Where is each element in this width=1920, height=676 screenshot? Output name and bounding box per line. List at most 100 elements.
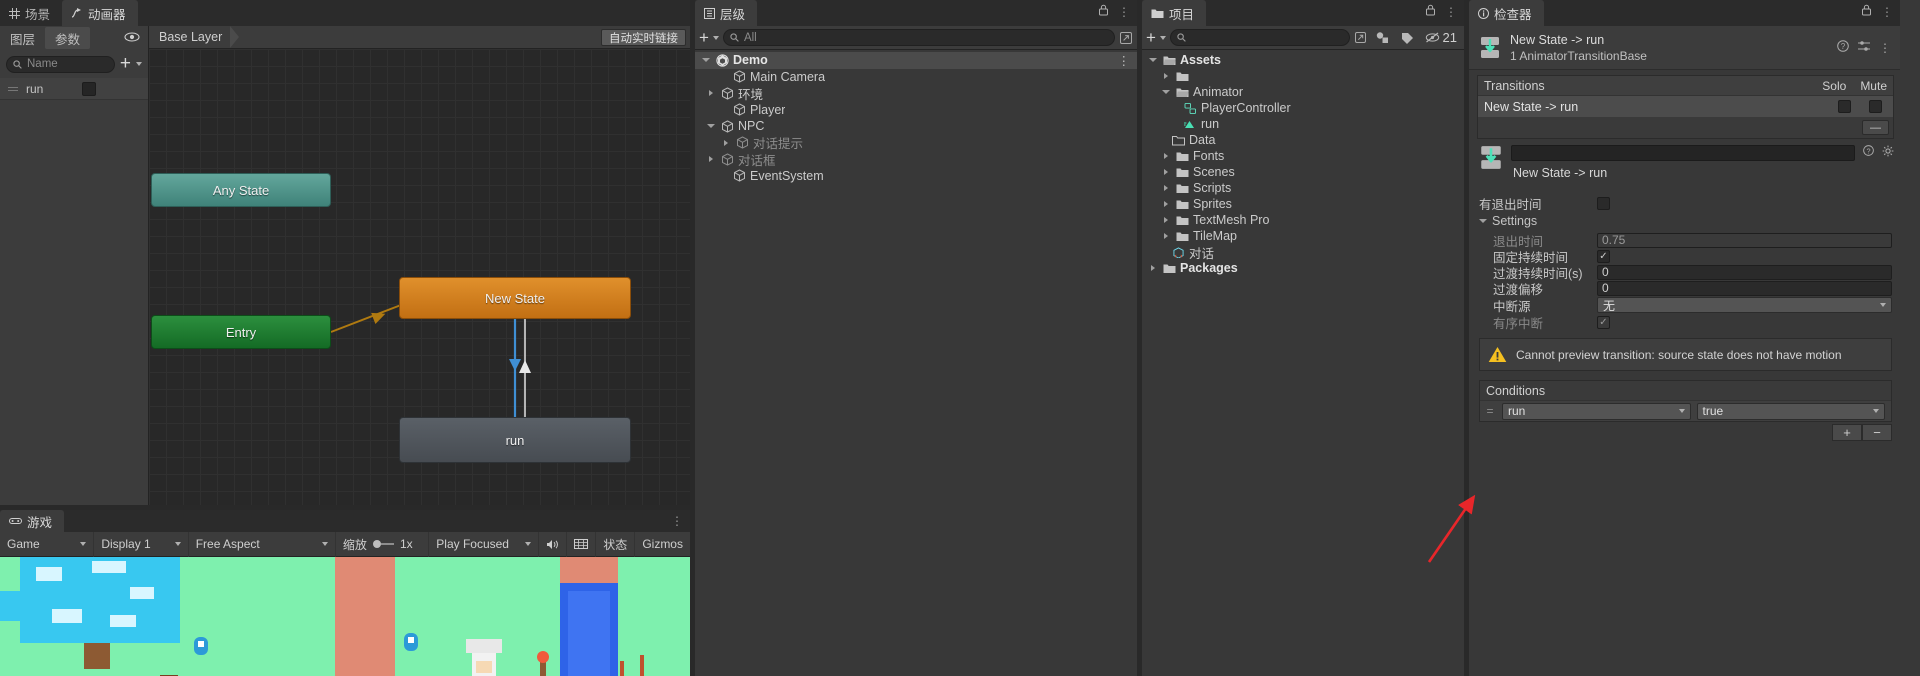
chevron-right-icon[interactable]: [1164, 233, 1168, 239]
chevron-down-icon[interactable]: [1149, 58, 1157, 62]
has-exit-time-checkbox[interactable]: [1597, 196, 1610, 210]
condition-value-dropdown[interactable]: true: [1696, 402, 1885, 420]
drag-handle-icon[interactable]: =: [1484, 404, 1496, 418]
project-row-sprites[interactable]: Sprites: [1142, 196, 1464, 212]
lock-icon[interactable]: [1861, 4, 1872, 19]
parameter-search-input[interactable]: Name: [6, 55, 115, 73]
hierarchy-row-main-camera[interactable]: Main Camera: [695, 69, 1137, 86]
kebab-icon[interactable]: ⋮: [1445, 5, 1458, 19]
project-row-run-clip[interactable]: run: [1142, 116, 1464, 132]
tab-scene[interactable]: 场景: [0, 0, 63, 26]
exit-time-input[interactable]: 0.75: [1597, 232, 1892, 248]
graph-node-any-state[interactable]: Any State: [151, 173, 331, 207]
chevron-down-icon[interactable]: [702, 58, 710, 63]
chevron-down-icon[interactable]: [1159, 35, 1166, 40]
chevron-right-icon[interactable]: [1164, 185, 1168, 191]
project-row-scenes[interactable]: Scenes: [1142, 164, 1464, 180]
kebab-icon[interactable]: ⋮: [1118, 53, 1132, 68]
add-parameter-button[interactable]: +: [120, 54, 131, 73]
chevron-right-icon[interactable]: [724, 139, 728, 146]
filter-by-type-icon[interactable]: [1371, 31, 1393, 44]
add-condition-button[interactable]: +: [1832, 424, 1862, 441]
parameter-bool-checkbox[interactable]: [82, 81, 96, 96]
help-icon[interactable]: ?: [1837, 40, 1849, 55]
kebab-icon[interactable]: ⋮: [1879, 41, 1892, 55]
project-row-playercontroller[interactable]: PlayerController: [1142, 100, 1464, 116]
kebab-icon[interactable]: ⋮: [671, 514, 684, 528]
hierarchy-row-npc[interactable]: NPC: [695, 118, 1137, 135]
add-gameobject-button[interactable]: +: [699, 29, 709, 46]
open-in-new-window-icon[interactable]: [1119, 31, 1133, 45]
preset-icon[interactable]: [1858, 40, 1870, 55]
remove-transition-button[interactable]: —: [1862, 120, 1889, 135]
interruption-source-dropdown[interactable]: 无: [1597, 297, 1892, 313]
hierarchy-row-dialog-hint[interactable]: 对话提示: [695, 135, 1137, 151]
display-dropdown[interactable]: Display 1: [94, 531, 189, 557]
zoom-slider[interactable]: 缩放 1x: [336, 531, 430, 557]
chevron-down-icon[interactable]: [712, 35, 719, 40]
graph-node-entry[interactable]: Entry: [151, 315, 331, 349]
play-mode-dropdown[interactable]: Play Focused: [429, 531, 540, 557]
zoom-slider-handle[interactable]: [372, 540, 381, 548]
aspect-dropdown[interactable]: Free Aspect: [189, 531, 336, 557]
lock-icon[interactable]: [1425, 4, 1436, 19]
tab-project[interactable]: 项目: [1142, 0, 1207, 26]
grid-toggle-button[interactable]: [567, 531, 597, 557]
chevron-right-icon[interactable]: [1164, 217, 1168, 223]
game-render-area[interactable]: [0, 557, 690, 676]
chevron-right-icon[interactable]: [1164, 201, 1168, 207]
hidden-packages-counter[interactable]: 21: [1422, 30, 1460, 45]
hierarchy-row-eventsystem[interactable]: EventSystem: [695, 168, 1137, 185]
chevron-right-icon[interactable]: [709, 156, 713, 163]
breadcrumb[interactable]: Base Layer: [149, 30, 222, 44]
condition-parameter-dropdown[interactable]: run: [1502, 402, 1691, 420]
create-asset-button[interactable]: +: [1146, 29, 1156, 46]
chevron-down-icon[interactable]: [707, 124, 715, 129]
gear-icon[interactable]: [1882, 145, 1894, 160]
kebab-icon[interactable]: ⋮: [1118, 5, 1131, 19]
graph-node-run[interactable]: run: [399, 417, 631, 463]
chevron-down-icon[interactable]: [1479, 219, 1487, 223]
hierarchy-row-demo[interactable]: Demo ⋮: [695, 52, 1137, 69]
project-row-assets[interactable]: Assets: [1142, 52, 1464, 68]
project-row-fonts[interactable]: Fonts: [1142, 148, 1464, 164]
tab-layers[interactable]: 图层: [0, 27, 45, 49]
lock-icon[interactable]: [1098, 4, 1109, 19]
chevron-right-icon[interactable]: [1164, 153, 1168, 159]
gizmos-dropdown[interactable]: Gizmos: [635, 532, 690, 557]
fixed-duration-checkbox[interactable]: ✓: [1597, 249, 1610, 263]
hierarchy-row-environment[interactable]: 环境: [695, 85, 1137, 102]
project-search-input[interactable]: [1169, 29, 1350, 46]
drag-handle-icon[interactable]: [8, 86, 18, 91]
chevron-right-icon[interactable]: [1164, 73, 1168, 79]
tab-parameters[interactable]: 参数: [45, 27, 91, 49]
chevron-down-icon[interactable]: [1162, 90, 1170, 94]
project-row-packages[interactable]: Packages: [1142, 260, 1464, 276]
stats-button[interactable]: 状态: [596, 531, 636, 557]
hierarchy-row-player[interactable]: Player: [695, 102, 1137, 119]
game-view-dropdown[interactable]: Game: [0, 531, 95, 557]
eye-icon[interactable]: [124, 31, 140, 45]
transition-row[interactable]: New State -> run: [1478, 95, 1893, 117]
chevron-right-icon[interactable]: [709, 90, 713, 97]
solo-checkbox[interactable]: [1838, 100, 1851, 113]
field-settings-foldout[interactable]: Settings: [1469, 213, 1900, 229]
project-row-dialog-prefab[interactable]: 对话: [1142, 244, 1464, 261]
chevron-down-icon[interactable]: [136, 62, 142, 66]
project-row-animator[interactable]: Animator: [1142, 84, 1464, 100]
remove-condition-button[interactable]: −: [1862, 424, 1892, 441]
transition-duration-input[interactable]: 0: [1597, 264, 1892, 280]
hierarchy-search-input[interactable]: All: [722, 29, 1115, 46]
filter-by-label-icon[interactable]: [1397, 32, 1418, 44]
tab-inspector[interactable]: 检查器: [1469, 0, 1544, 26]
auto-live-link-button[interactable]: 自动实时链接: [601, 29, 686, 46]
tab-game[interactable]: 游戏: [0, 510, 65, 532]
transition-offset-input[interactable]: 0: [1597, 280, 1892, 296]
open-in-new-window-icon[interactable]: [1354, 31, 1367, 44]
ordered-interruption-checkbox[interactable]: ✓: [1597, 315, 1610, 329]
parameter-row-run[interactable]: run: [0, 78, 148, 100]
help-icon[interactable]: ?: [1863, 145, 1874, 159]
mute-checkbox[interactable]: [1869, 100, 1882, 113]
project-row-scripts[interactable]: Scripts: [1142, 180, 1464, 196]
chevron-right-icon[interactable]: [1164, 169, 1168, 175]
